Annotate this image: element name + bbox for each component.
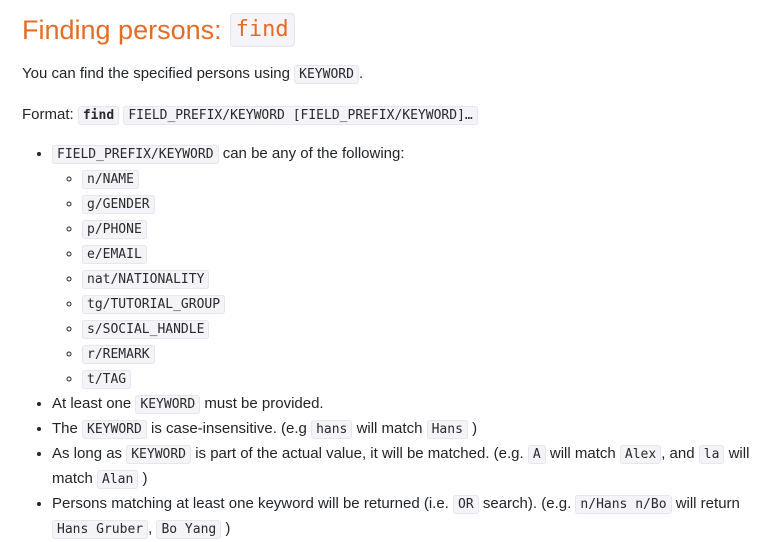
inline-code: la <box>698 445 725 464</box>
field-prefix-code: FIELD_PREFIX/KEYWORD <box>52 145 219 164</box>
prefix-code: e/EMAIL <box>82 245 147 264</box>
bullet-text: is part of the actual value, it will be … <box>195 445 524 462</box>
prefix-item: p/PHONE <box>82 217 756 242</box>
bullet-text: will return <box>675 495 740 512</box>
prefix-code: p/PHONE <box>82 220 147 239</box>
prefix-item: r/REMARK <box>82 342 756 367</box>
prefix-item: s/SOCIAL_HANDLE <box>82 317 756 342</box>
bullet-text: search). (e.g. <box>482 495 572 512</box>
section-heading: Finding persons: find <box>22 12 756 48</box>
prefix-item: e/EMAIL <box>82 242 756 267</box>
list-item: FIELD_PREFIX/KEYWORD can be any of the f… <box>52 142 756 392</box>
inline-code: KEYWORD <box>82 420 147 439</box>
inline-code: KEYWORD <box>126 445 192 464</box>
format-command-keyword: find <box>82 108 115 123</box>
list-item: As long as KEYWORD is part of the actual… <box>52 442 756 492</box>
inline-code: Alex <box>619 445 662 464</box>
intro-paragraph: You can find the specified persons using… <box>22 62 756 87</box>
inline-code: OR <box>453 495 479 514</box>
bullet-text: , and <box>661 445 695 462</box>
format-label: Format: <box>22 106 74 123</box>
bullet-text: ) <box>225 520 231 537</box>
intro-code: KEYWORD <box>294 65 359 84</box>
bullet-text: The <box>52 420 78 437</box>
list-item: At least one KEYWORD must be provided. <box>52 392 756 417</box>
inline-code: A <box>527 445 546 464</box>
prefix-code: t/TAG <box>82 370 132 389</box>
intro-period: . <box>358 65 364 82</box>
prefix-code: n/NAME <box>82 170 139 189</box>
prefix-code: tg/TUTORIAL_GROUP <box>82 295 226 314</box>
bullet-text: is case-insensitive. (e.g <box>151 420 307 437</box>
prefix-list: n/NAME g/GENDER p/PHONE e/EMAIL nat/NATI… <box>52 167 756 392</box>
bullet-text: must be provided. <box>204 395 324 412</box>
prefix-item: g/GENDER <box>82 192 756 217</box>
list-item: Persons matching at least one keyword wi… <box>52 492 756 542</box>
inline-code: n/Hans n/Bo <box>575 495 672 514</box>
prefix-item: nat/NATIONALITY <box>82 267 756 292</box>
prefix-item: n/NAME <box>82 167 756 192</box>
inline-code: hans <box>311 420 353 439</box>
prefix-item: tg/TUTORIAL_GROUP <box>82 292 756 317</box>
format-args: FIELD_PREFIX/KEYWORD [FIELD_PREFIX/KEYWO… <box>123 106 478 125</box>
bullet-text: At least one <box>52 395 132 412</box>
list-item: The KEYWORD is case-insensitive. (e.g ha… <box>52 417 756 442</box>
bullet-text: Persons matching at least one keyword wi… <box>52 495 449 512</box>
heading-code: find <box>229 13 295 47</box>
bullet-text: ) <box>472 420 478 437</box>
inline-code: Hans Gruber <box>52 520 149 539</box>
prefix-code: r/REMARK <box>82 345 155 364</box>
format-command: find <box>77 106 120 125</box>
document-page: Finding persons: find You can find the s… <box>0 0 778 542</box>
prefix-code: s/SOCIAL_HANDLE <box>82 320 210 339</box>
bullet-text: can be any of the following: <box>222 145 405 162</box>
inline-code: Hans <box>426 420 468 439</box>
intro-text: You can find the specified persons using <box>22 65 290 82</box>
prefix-code: g/GENDER <box>82 195 155 214</box>
inline-code: Bo Yang <box>156 520 222 539</box>
bullet-text: will match <box>356 420 423 437</box>
prefix-code: nat/NATIONALITY <box>82 270 210 289</box>
prefix-item: t/TAG <box>82 367 756 392</box>
rules-list: FIELD_PREFIX/KEYWORD can be any of the f… <box>22 142 756 542</box>
format-paragraph: Format: find FIELD_PREFIX/KEYWORD [FIELD… <box>22 103 756 128</box>
bullet-text: As long as <box>52 445 123 462</box>
heading-text: Finding persons: <box>22 15 222 45</box>
bullet-text: will match <box>549 445 616 462</box>
bullet-text: , <box>148 520 153 537</box>
inline-code: Alan <box>97 470 139 489</box>
bullet-text: ) <box>142 470 148 487</box>
inline-code: KEYWORD <box>135 395 201 414</box>
